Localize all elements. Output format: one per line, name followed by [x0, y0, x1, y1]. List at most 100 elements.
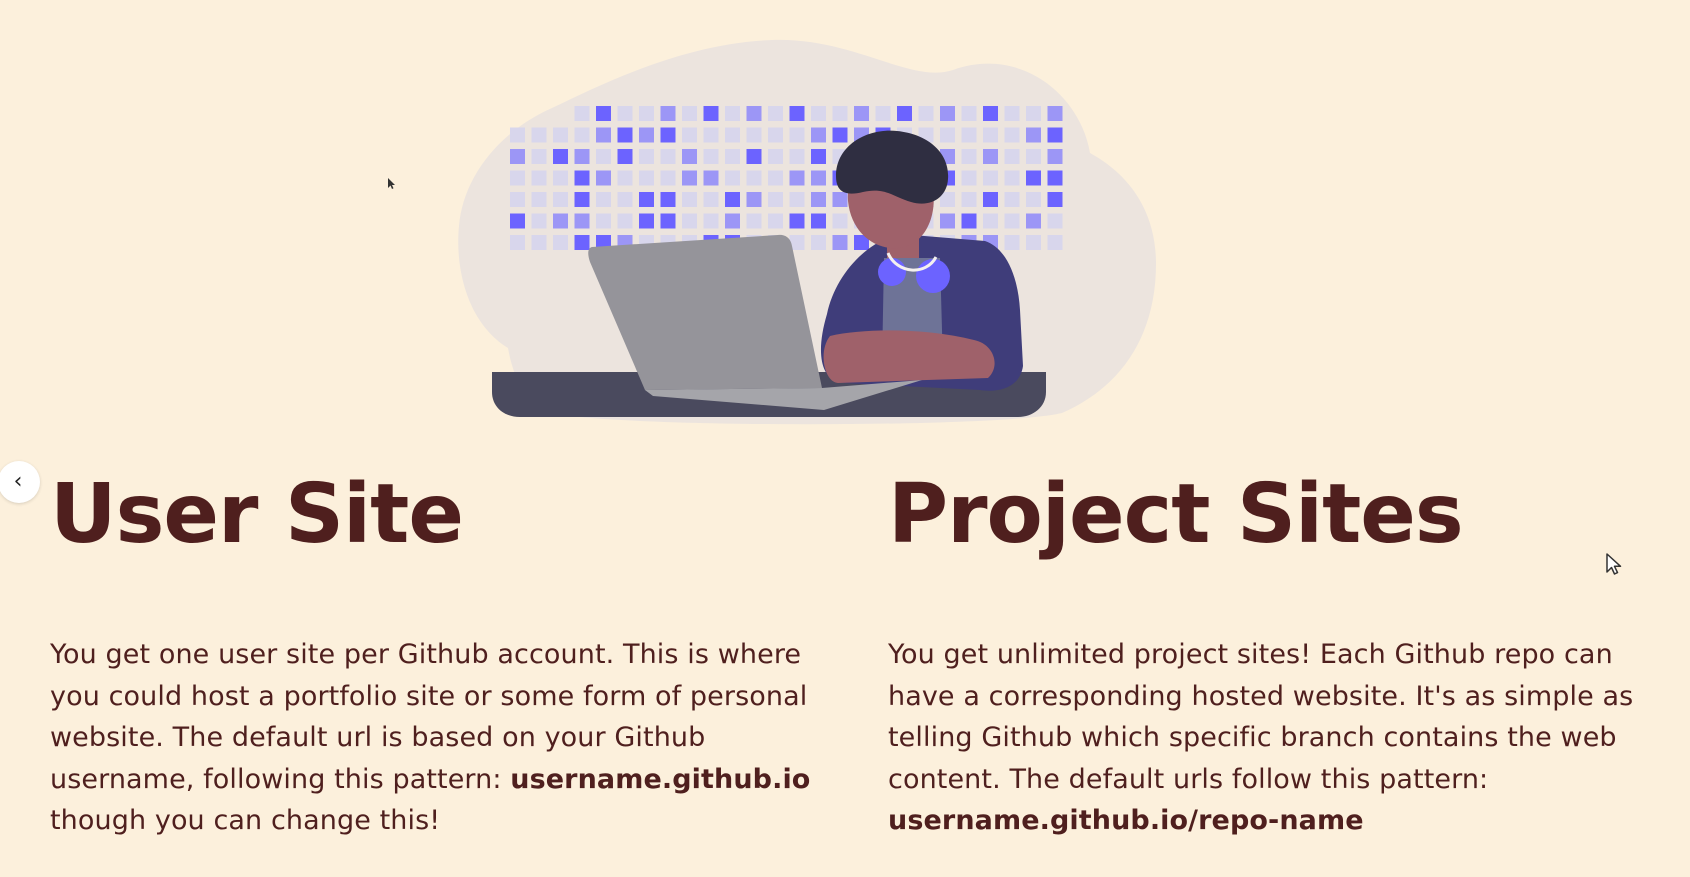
grid-cell	[1026, 127, 1041, 143]
grid-cell	[531, 149, 547, 164]
project-sites-section: Project Sites You get unlimited project …	[888, 469, 1668, 836]
grid-cell	[789, 127, 805, 143]
grid-cell	[639, 192, 654, 207]
grid-cell	[510, 149, 525, 164]
grid-cell	[596, 106, 611, 121]
grid-cell	[1026, 192, 1041, 207]
grid-cell	[768, 213, 783, 229]
grid-cell	[639, 127, 654, 143]
grid-cell	[746, 127, 762, 143]
grid-cell	[811, 149, 826, 164]
grid-cell	[1026, 149, 1041, 164]
grid-cell	[811, 192, 826, 207]
grid-cell	[832, 235, 848, 250]
grid-cell	[961, 170, 977, 186]
grid-cell	[574, 192, 590, 207]
grid-cell	[639, 149, 654, 164]
grid-cell	[617, 149, 633, 164]
grid-cell	[768, 127, 783, 143]
grid-cell	[510, 170, 525, 186]
grid-cell	[1004, 127, 1020, 143]
grid-cell	[1047, 170, 1063, 186]
grid-cell	[789, 192, 805, 207]
grid-cell	[961, 213, 977, 229]
hero-illustration	[440, 36, 1160, 426]
grid-cell	[983, 192, 998, 207]
grid-cell	[918, 106, 934, 121]
headphone-right-cup	[916, 259, 950, 293]
grid-cell	[961, 149, 977, 164]
user-site-section: User Site You get one user site per Gith…	[50, 467, 830, 836]
grid-cell	[703, 149, 719, 164]
grid-cell	[531, 170, 547, 186]
grid-cell	[1026, 213, 1041, 229]
grid-cell	[703, 106, 719, 121]
grid-cell	[768, 149, 783, 164]
grid-cell	[510, 127, 525, 143]
grid-cell	[725, 149, 740, 164]
project-sites-url-pattern: username.github.io/repo-name	[888, 805, 1364, 836]
grid-cell	[1004, 213, 1020, 229]
grid-cell	[832, 106, 848, 121]
grid-cell	[574, 235, 590, 250]
grid-cell	[617, 106, 633, 121]
grid-cell	[510, 192, 525, 207]
grid-cell	[639, 106, 654, 121]
grid-cell	[703, 213, 719, 229]
grid-cell	[811, 106, 826, 121]
grid-cell	[746, 213, 762, 229]
grid-cell	[940, 213, 955, 229]
grid-cell	[789, 213, 805, 229]
grid-cell	[746, 106, 762, 121]
grid-cell	[553, 127, 568, 143]
project-sites-description: You get unlimited project sites! Each Gi…	[888, 634, 1663, 842]
grid-cell	[940, 127, 955, 143]
grid-cell	[1047, 106, 1063, 121]
grid-cell	[531, 235, 547, 250]
grid-cell	[617, 213, 633, 229]
grid-cell	[746, 170, 762, 186]
grid-cell	[574, 127, 590, 143]
grid-cell	[617, 127, 633, 143]
grid-cell	[574, 149, 590, 164]
grid-cell	[553, 170, 568, 186]
grid-cell	[811, 213, 826, 229]
grid-cell	[746, 192, 762, 207]
grid-cell	[961, 106, 977, 121]
headphone-left-cup	[878, 258, 906, 286]
grid-cell	[1047, 235, 1063, 250]
grid-cell	[832, 127, 848, 143]
grid-cell	[1004, 149, 1020, 164]
grid-cell	[682, 170, 697, 186]
grid-cell	[531, 213, 547, 229]
mouse-pointer-icon	[1606, 553, 1622, 575]
user-site-title: User Site	[50, 467, 464, 562]
grid-cell	[875, 106, 891, 121]
grid-cell	[789, 170, 805, 186]
grid-cell	[596, 192, 611, 207]
grid-cell	[553, 192, 568, 207]
grid-cell	[768, 170, 783, 186]
grid-cell	[596, 170, 611, 186]
grid-cell	[682, 213, 697, 229]
grid-cell	[596, 213, 611, 229]
grid-cell	[531, 127, 547, 143]
grid-cell	[639, 170, 654, 186]
grid-cell	[1026, 106, 1041, 121]
grid-cell	[811, 170, 826, 186]
grid-cell	[811, 127, 826, 143]
grid-cell	[983, 149, 998, 164]
back-button[interactable]: ‹	[0, 461, 40, 503]
grid-cell	[768, 192, 783, 207]
grid-cell	[983, 213, 998, 229]
pointer-icon	[388, 178, 395, 189]
grid-cell	[983, 170, 998, 186]
grid-cell	[725, 127, 740, 143]
grid-cell	[660, 106, 676, 121]
user-site-url-pattern: username.github.io	[510, 763, 811, 795]
grid-cell	[1004, 106, 1020, 121]
grid-cell	[897, 106, 912, 121]
grid-cell	[596, 127, 611, 143]
grid-cell	[617, 192, 633, 207]
grid-cell	[596, 149, 611, 164]
